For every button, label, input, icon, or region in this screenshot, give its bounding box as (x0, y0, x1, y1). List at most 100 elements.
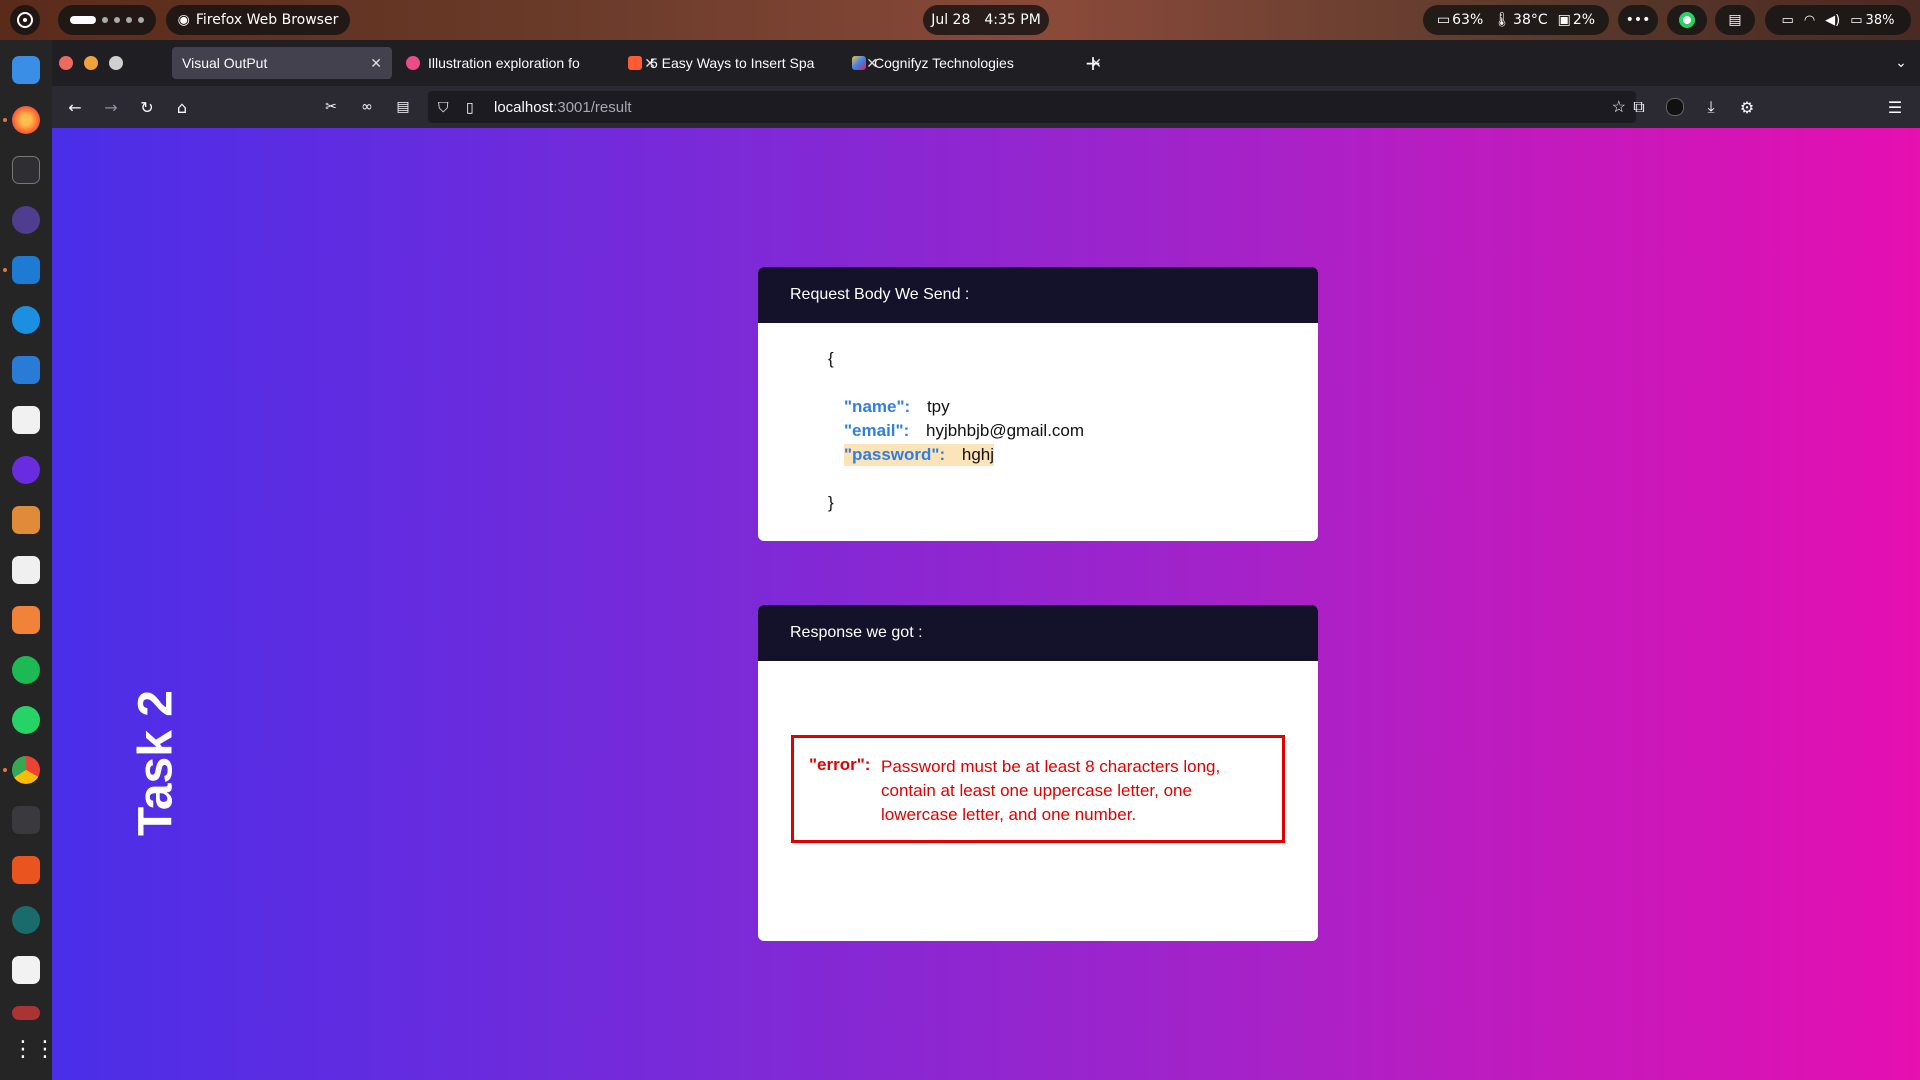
window-close-button[interactable] (59, 56, 73, 70)
response-card-header: Response we got : (758, 605, 1318, 661)
forward-arrow-icon[interactable]: → (99, 95, 123, 119)
spotify-icon[interactable] (12, 656, 40, 684)
disk-icon: ▣ (1557, 12, 1571, 28)
error-line-2: contain at least one uppercase letter, o… (881, 781, 1192, 800)
page-info-icon[interactable]: ▯ (466, 99, 484, 116)
response-card: Response we got : "error": Password must… (758, 605, 1318, 941)
davinci-resolve-icon[interactable] (12, 806, 40, 834)
temperature: 38°C (1513, 12, 1548, 28)
tor-browser-icon[interactable] (12, 206, 40, 234)
request-json-close-brace: } (828, 493, 834, 512)
settings-gear-icon[interactable]: ⚙ (1735, 95, 1759, 119)
system-status-menu[interactable]: ▭ ◠ ◀) ▭ 38% (1765, 5, 1911, 35)
home-icon[interactable]: ⌂ (170, 95, 194, 119)
tab-label: Illustration exploration fo (428, 55, 580, 71)
back-arrow-icon[interactable]: ← (63, 95, 87, 119)
browser-tab-strip: Visual OutPut ✕ Illustration exploration… (52, 40, 1920, 86)
hubspot-favicon-icon (628, 56, 642, 70)
account-avatar-icon[interactable] (1663, 95, 1687, 119)
tab-label: Cognifyz Technologies (874, 55, 1014, 71)
close-icon[interactable]: ✕ (370, 55, 382, 72)
new-tab-plus-icon[interactable]: + (1080, 50, 1106, 76)
vscode-icon[interactable] (12, 256, 40, 284)
address-bar[interactable]: ⛉ ▯ localhost:3001/result ☆ (428, 91, 1636, 123)
clock-time: 4:35 PM (984, 12, 1041, 28)
battery-icon: ▭ (1850, 12, 1863, 28)
list-all-tabs-chevron-icon[interactable]: ⌄ (1888, 50, 1914, 76)
tor-icon[interactable] (12, 456, 40, 484)
text-editor-icon[interactable] (12, 956, 40, 984)
sidebar-toggle-icon[interactable]: ▤ (391, 95, 415, 119)
activities-logo-button[interactable] (10, 5, 40, 35)
clock-button[interactable]: Jul 28 4:35 PM (923, 5, 1049, 35)
json-value: hyjbhbjb@gmail.com (926, 421, 1085, 440)
window-maximize-button[interactable] (109, 56, 123, 70)
firefox-small-icon: ◉ (177, 12, 190, 28)
wifi-icon: ◠ (1803, 12, 1816, 28)
error-key: "error": (809, 755, 871, 774)
tab-visual-output[interactable]: Visual OutPut ✕ (172, 47, 392, 79)
terminal-icon[interactable] (12, 156, 40, 184)
firefox-icon[interactable] (12, 106, 40, 134)
json-key: "name": (844, 397, 911, 416)
url-path: :3001/result (553, 98, 632, 116)
trash-icon[interactable] (12, 1006, 40, 1020)
system-top-bar: ◉ Firefox Web Browser Jul 28 4:35 PM ▭ 6… (0, 0, 1920, 40)
settings-icon[interactable] (12, 906, 40, 934)
blender-icon[interactable] (12, 606, 40, 634)
docker-icon[interactable] (12, 306, 40, 334)
error-line-1: Password must be at least 8 characters l… (881, 757, 1221, 776)
error-line-3: lowercase letter, and one number. (881, 805, 1137, 824)
whatsapp-icon[interactable] (12, 706, 40, 734)
mongodb-compass-icon[interactable] (12, 406, 40, 434)
thermometer-icon: 🌡 (1493, 12, 1512, 28)
focused-app-indicator[interactable]: ◉ Firefox Web Browser (166, 5, 350, 35)
workspace-indicator[interactable] (58, 5, 156, 35)
cognifyz-favicon-icon (852, 56, 866, 70)
request-json-open-brace: { (828, 349, 834, 368)
running-dot (3, 268, 7, 272)
clipboard-tray-button[interactable]: ▤ (1715, 5, 1755, 35)
bookmark-star-icon[interactable]: ☆ (1612, 97, 1626, 117)
app-center-icon[interactable] (12, 856, 40, 884)
json-value: hghj (961, 445, 995, 464)
extensions-puzzle-icon[interactable]: ⧉ (1627, 95, 1651, 119)
screenshot-extension-icon[interactable]: ✂ (319, 95, 343, 119)
window-minimize-button[interactable] (84, 56, 98, 70)
json-key: "password": (844, 445, 946, 464)
request-body-card: Request Body We Send : { "name": tpy "em… (758, 267, 1318, 541)
disk-usage: 2% (1572, 12, 1596, 28)
json-row-name: "name": tpy (844, 397, 950, 417)
chrome-icon[interactable] (12, 756, 40, 784)
clipboard-icon: ▤ (1728, 12, 1742, 28)
whatsapp-icon (1679, 12, 1695, 28)
error-message: Password must be at least 8 characters l… (881, 755, 1220, 827)
json-value: tpy (926, 397, 950, 416)
private-mask-icon[interactable]: ∞ (355, 95, 379, 119)
running-dot (3, 118, 7, 122)
clock-date: Jul 28 (931, 12, 971, 28)
files-icon[interactable] (12, 56, 40, 84)
system-monitor-indicator[interactable]: ▭ 63% 🌡 38°C ▣ 2% (1423, 5, 1609, 35)
dribbble-favicon-icon (406, 56, 420, 70)
application-dock: ⋮⋮⋮ (0, 40, 78, 1080)
more-indicators-button[interactable]: ••• (1618, 5, 1658, 35)
volume-icon: ◀) (1825, 12, 1841, 28)
reload-icon[interactable]: ↻ (135, 95, 159, 119)
gimp-icon[interactable] (12, 506, 40, 534)
downloads-icon[interactable]: ⤓ (1699, 95, 1723, 119)
app-menu-hamburger-icon[interactable]: ☰ (1883, 95, 1907, 119)
url-host: localhost (494, 98, 554, 116)
error-message-box: "error": Password must be at least 8 cha… (791, 735, 1285, 843)
json-row-email: "email": hyjbhbjb@gmail.com (844, 421, 1084, 441)
show-apps-grid-icon[interactable]: ⋮⋮⋮ (12, 1036, 78, 1064)
inkscape-icon[interactable] (12, 556, 40, 584)
whatsapp-tray-button[interactable] (1667, 5, 1707, 35)
tab-label: Visual OutPut (182, 55, 268, 71)
focused-app-name: Firefox Web Browser (195, 12, 339, 28)
android-studio-icon[interactable] (12, 356, 40, 384)
shield-icon[interactable]: ⛉ (438, 99, 456, 116)
url-text: localhost:3001/result (494, 99, 632, 116)
tab-cognifyz[interactable]: Cognifyz Technologies ✕ (842, 47, 1112, 79)
tab-label: 5 Easy Ways to Insert Spa (650, 55, 815, 71)
